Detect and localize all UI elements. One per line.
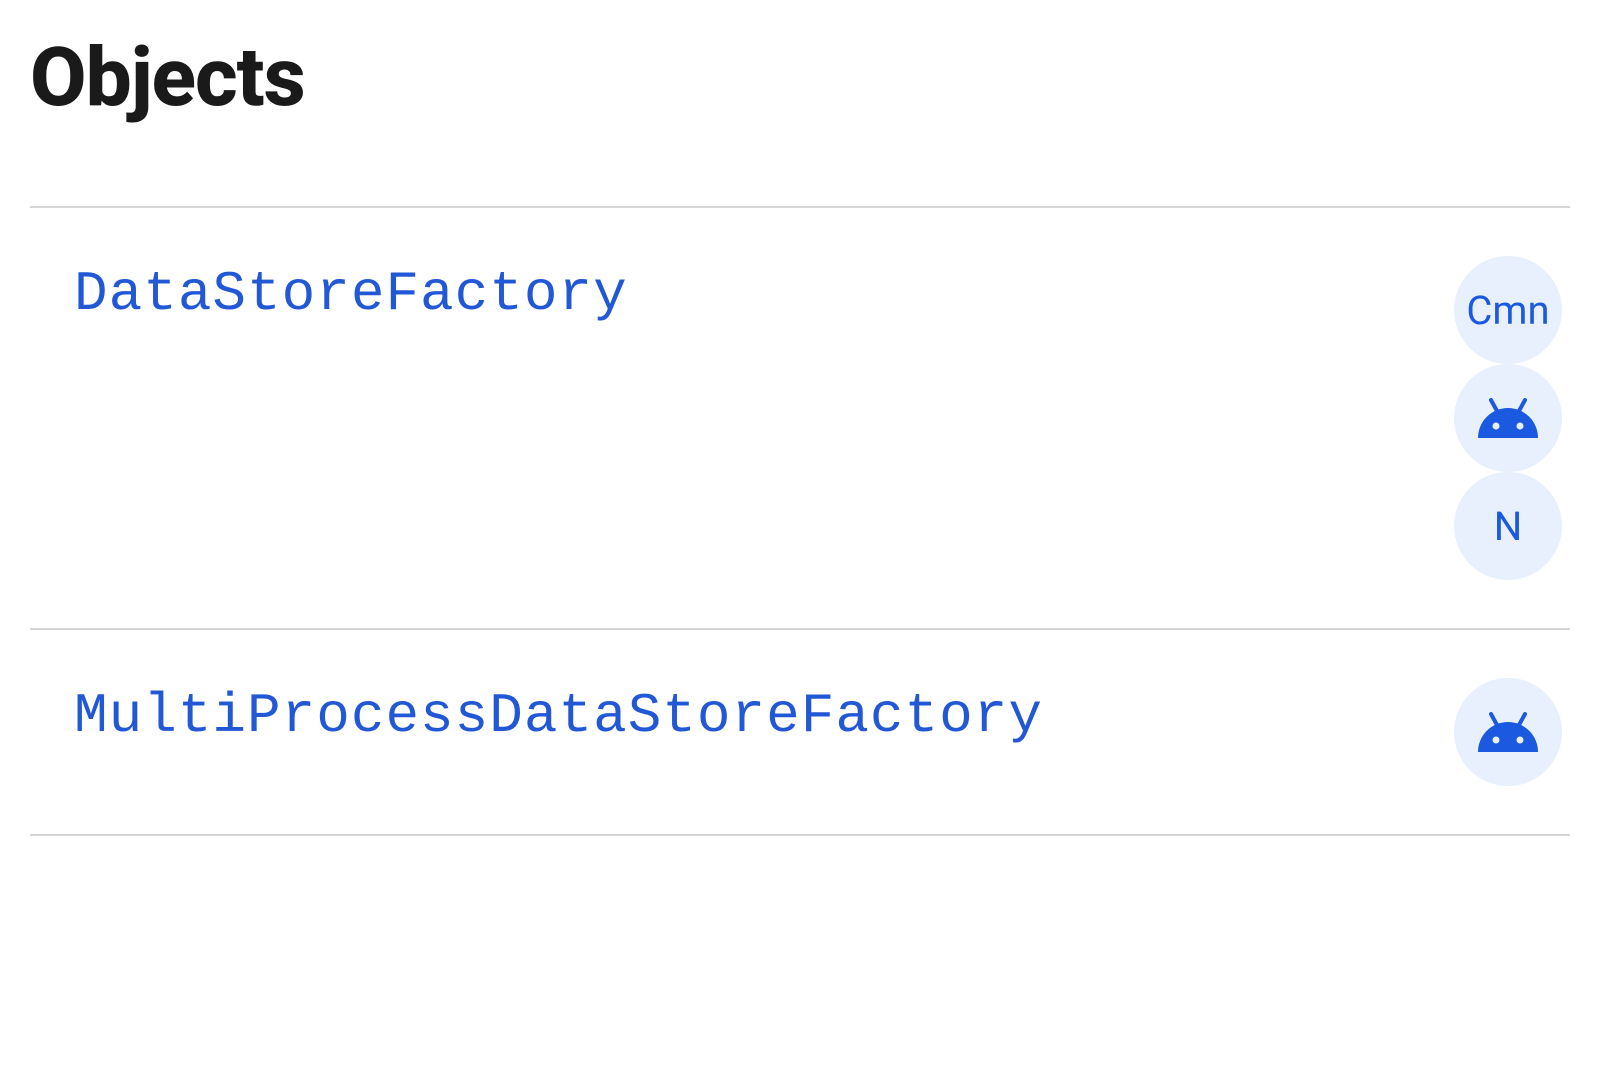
platform-badge-android[interactable] xyxy=(1454,364,1562,472)
objects-section: Objects DataStoreFactory Cmn xyxy=(0,0,1600,836)
platform-badges: Cmn N xyxy=(1454,256,1562,580)
platform-badge-label: Cmn xyxy=(1466,287,1549,334)
section-title: Objects xyxy=(30,30,1570,126)
divider xyxy=(30,834,1570,836)
object-link-datastorefactory[interactable]: DataStoreFactory xyxy=(74,262,628,326)
platform-badge-common[interactable]: Cmn xyxy=(1454,256,1562,364)
object-link-multiprocessdatastorefactory[interactable]: MultiProcessDataStoreFactory xyxy=(74,684,1043,748)
android-icon xyxy=(1476,712,1540,752)
platform-badge-native[interactable]: N xyxy=(1454,472,1562,580)
platform-badge-label: N xyxy=(1494,503,1523,550)
object-row: DataStoreFactory Cmn xyxy=(30,208,1570,628)
android-icon xyxy=(1476,398,1540,438)
platform-badge-android[interactable] xyxy=(1454,678,1562,786)
object-row: MultiProcessDataStoreFactory xyxy=(30,630,1570,834)
platform-badges xyxy=(1454,678,1562,786)
